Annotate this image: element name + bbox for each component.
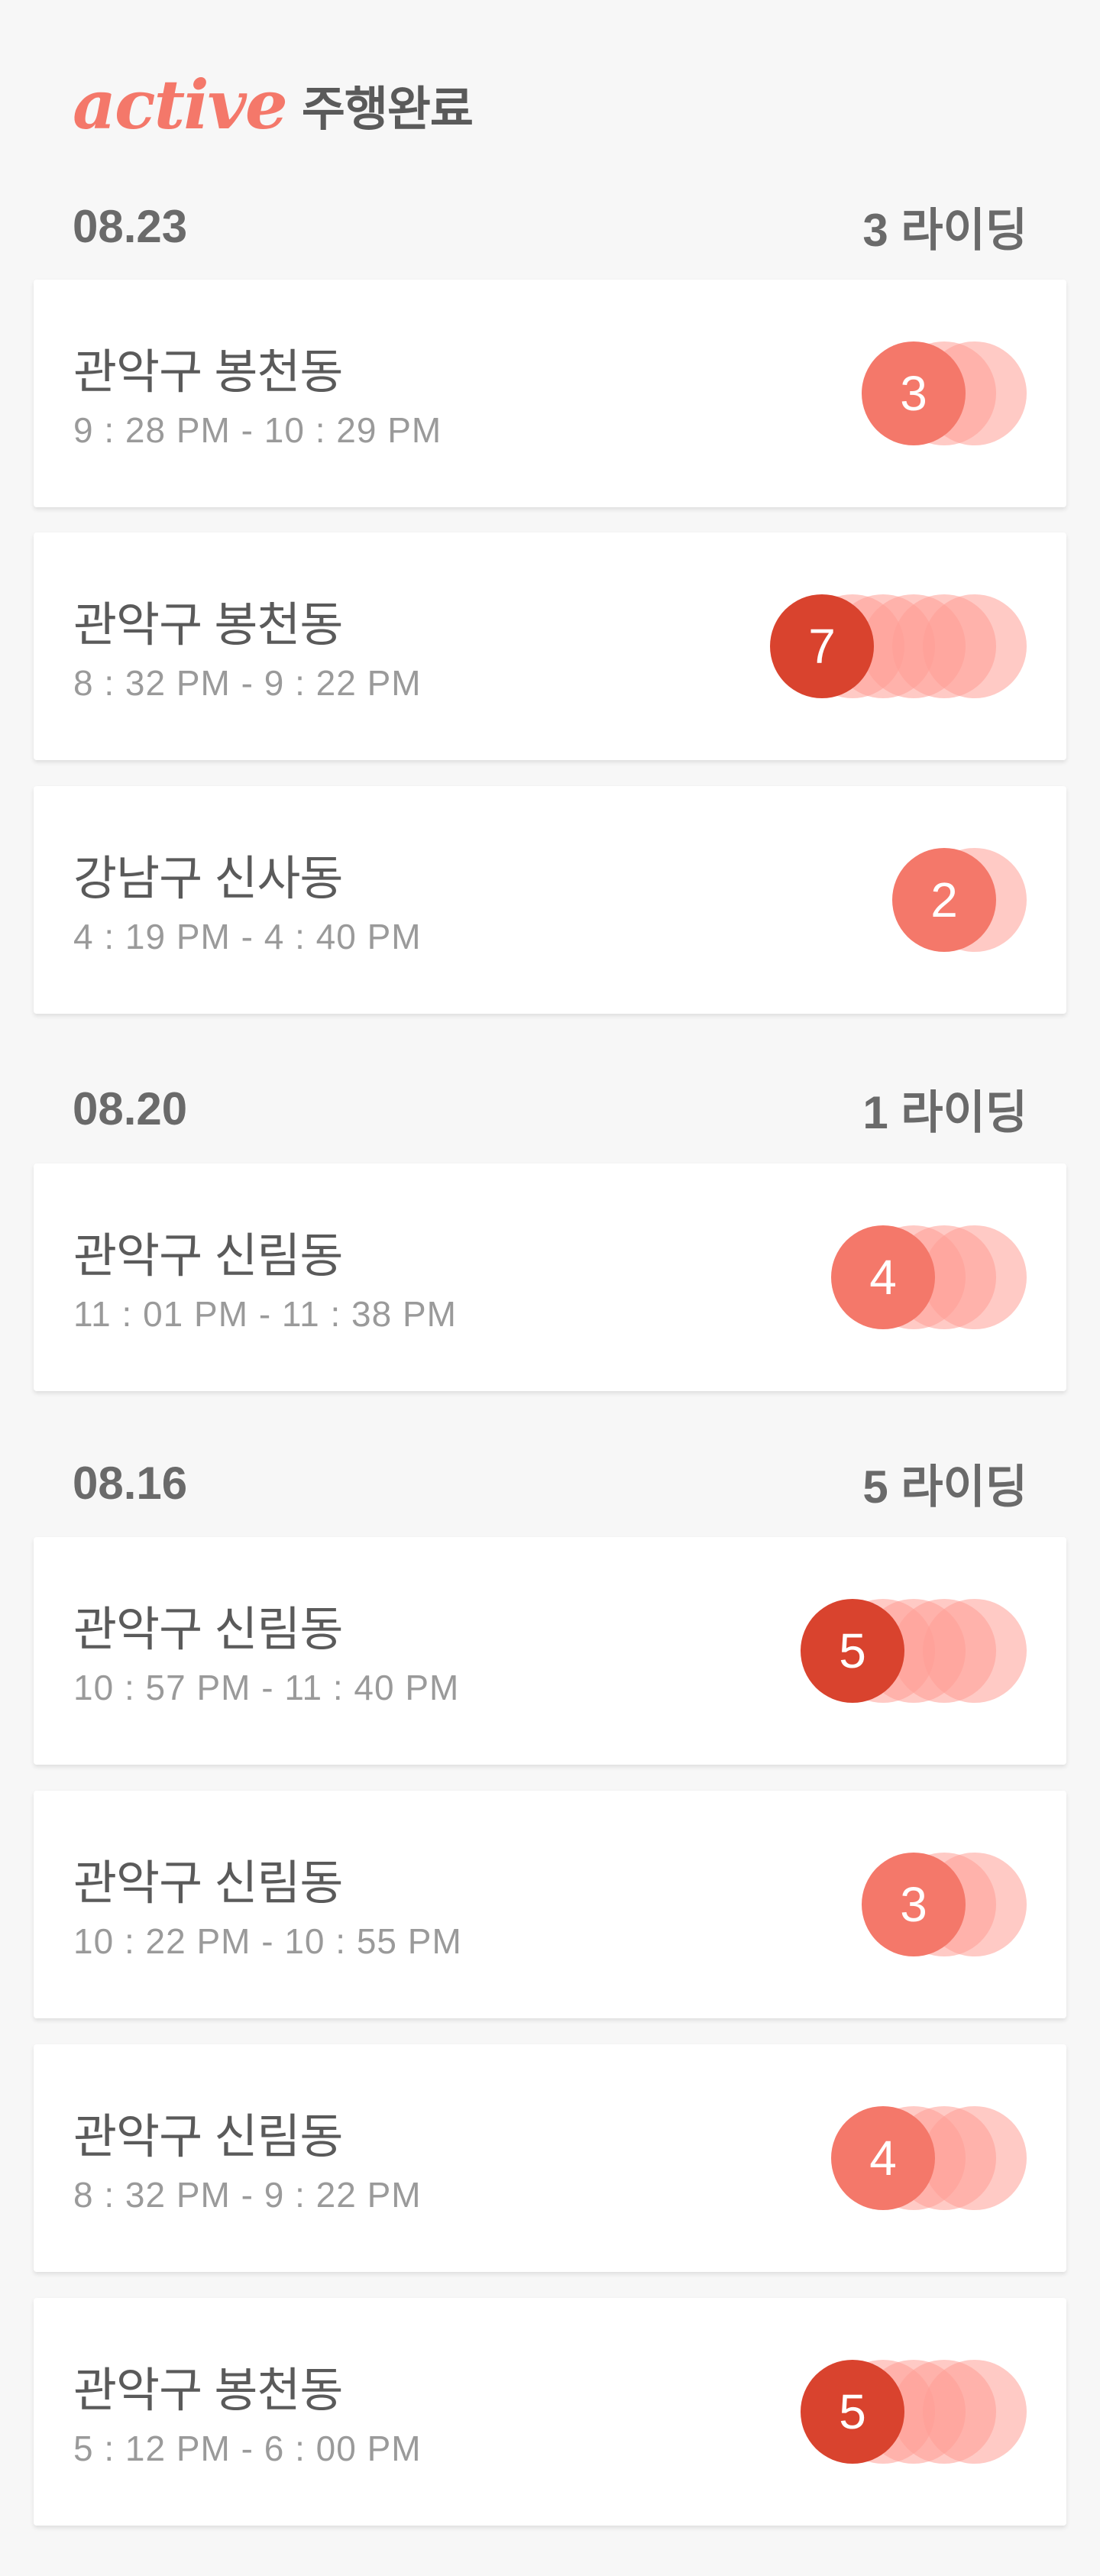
ride-card[interactable]: 관악구 신림동 8 : 32 PM - 9 : 22 PM 4 — [34, 2044, 1066, 2272]
ride-count-badge: 4 — [831, 1225, 935, 1329]
ride-card[interactable]: 강남구 신사동 4 : 19 PM - 4 : 40 PM 2 — [34, 786, 1066, 1014]
ride-count-badge: 5 — [801, 2360, 904, 2464]
group-ride-count: 1 라이딩 — [862, 1086, 1027, 1138]
ride-location: 관악구 신림동 — [73, 1604, 343, 1656]
ride-location: 관악구 봉천동 — [73, 599, 343, 652]
ride-count-indicator: 4 — [721, 1225, 1027, 1329]
page-header: active 주행완료 — [73, 65, 474, 144]
ride-time-range: 4 : 19 PM - 4 : 40 PM — [73, 917, 422, 956]
ride-time-range: 10 : 22 PM - 10 : 55 PM — [73, 1921, 462, 1961]
ride-count-badge: 4 — [831, 2106, 935, 2210]
ride-location: 관악구 봉천동 — [73, 2364, 343, 2417]
date-group-header: 08.16 5 라이딩 — [73, 1452, 1027, 1513]
group-ride-count: 3 라이딩 — [862, 204, 1027, 256]
ride-count-badge: 3 — [862, 341, 966, 445]
ride-count-indicator: 5 — [721, 2360, 1027, 2464]
date-group-header: 08.20 1 라이딩 — [73, 1078, 1027, 1139]
ride-time-range: 10 : 57 PM - 11 : 40 PM — [73, 1668, 460, 1707]
group-date: 08.20 — [73, 1083, 188, 1134]
ride-location: 강남구 신사동 — [73, 853, 343, 905]
ride-count-badge: 2 — [892, 848, 996, 952]
ride-count-indicator: 2 — [721, 848, 1027, 952]
ride-location: 관악구 봉천동 — [73, 346, 343, 399]
group-date: 08.16 — [73, 1457, 188, 1509]
ride-count-indicator: 3 — [721, 1853, 1027, 1956]
ride-count-badge: 3 — [862, 1853, 966, 1956]
ride-count-indicator: 5 — [721, 1599, 1027, 1703]
ride-card[interactable]: 관악구 봉천동 8 : 32 PM - 9 : 22 PM 7 — [34, 532, 1066, 760]
group-date: 08.23 — [73, 200, 188, 252]
ride-count-badge: 5 — [801, 1599, 904, 1703]
ride-time-range: 8 : 32 PM - 9 : 22 PM — [73, 663, 422, 703]
ride-card[interactable]: 관악구 봉천동 5 : 12 PM - 6 : 00 PM 5 — [34, 2298, 1066, 2526]
ride-count-indicator: 4 — [721, 2106, 1027, 2210]
ride-card[interactable]: 관악구 봉천동 9 : 28 PM - 10 : 29 PM 3 — [34, 280, 1066, 507]
ride-location: 관악구 신림동 — [73, 1230, 343, 1283]
ride-time-range: 11 : 01 PM - 11 : 38 PM — [73, 1294, 457, 1334]
ride-time-range: 9 : 28 PM - 10 : 29 PM — [73, 410, 442, 450]
ride-card[interactable]: 관악구 신림동 11 : 01 PM - 11 : 38 PM 4 — [34, 1163, 1066, 1391]
ride-time-range: 5 : 12 PM - 6 : 00 PM — [73, 2429, 422, 2468]
ride-location: 관악구 신림동 — [73, 2111, 343, 2163]
brand-logo: active — [73, 65, 288, 144]
page-title: 주행완료 — [301, 83, 474, 136]
ride-count-indicator: 7 — [721, 594, 1027, 698]
group-ride-count: 5 라이딩 — [862, 1461, 1027, 1513]
date-group-header: 08.23 3 라이딩 — [73, 196, 1027, 257]
ride-time-range: 8 : 32 PM - 9 : 22 PM — [73, 2175, 422, 2215]
ride-count-badge: 7 — [770, 594, 874, 698]
ride-location: 관악구 신림동 — [73, 1857, 343, 1910]
ride-card[interactable]: 관악구 신림동 10 : 57 PM - 11 : 40 PM 5 — [34, 1537, 1066, 1765]
ride-card[interactable]: 관악구 신림동 10 : 22 PM - 10 : 55 PM 3 — [34, 1791, 1066, 2018]
ride-count-indicator: 3 — [721, 341, 1027, 445]
